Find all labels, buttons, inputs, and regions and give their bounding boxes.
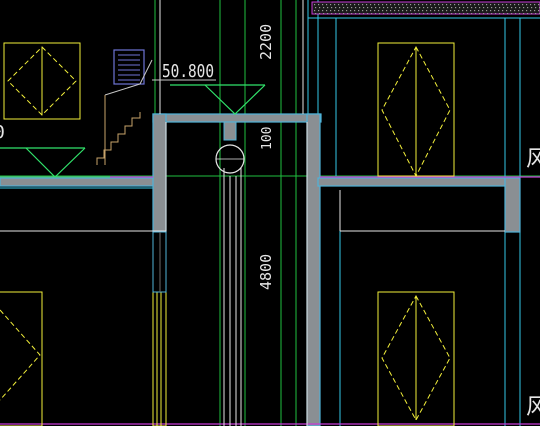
floor-lines xyxy=(0,176,540,425)
elevation-label: 50.800 xyxy=(162,61,214,82)
dimension-label-2200: 2200 xyxy=(257,24,275,60)
door-symbols xyxy=(0,42,455,426)
elevator-shaft xyxy=(152,121,308,426)
pipe-hanger xyxy=(223,121,237,141)
dimension-label-100: 100 xyxy=(260,127,275,150)
cad-drawing-canvas: 50.800 0 2200 100 4800 风 风 xyxy=(0,0,540,426)
hatch-band-outline xyxy=(311,1,540,15)
door-symbol-top-right xyxy=(377,42,455,178)
vent-grille-icon xyxy=(113,49,145,85)
wall-right-horizontal xyxy=(317,177,509,187)
door-symbol-top-left xyxy=(3,42,81,120)
dimension-label-4800: 4800 xyxy=(257,254,275,290)
room-label-lower: 风 xyxy=(526,395,540,420)
stair-steps xyxy=(96,112,141,165)
wall-left-horizontal xyxy=(0,177,161,187)
room-label-upper: 风 xyxy=(526,147,540,172)
wall-shaft-right xyxy=(306,113,321,426)
top-hatch-band xyxy=(311,1,540,15)
wall-shaft-top xyxy=(152,113,322,123)
wall-right-stub xyxy=(504,177,521,233)
floor-plan-drawing: 50.800 0 2200 100 4800 风 风 xyxy=(0,0,540,426)
door-symbol-bottom-left xyxy=(0,291,43,426)
wall-shaft-left xyxy=(152,113,167,233)
shaft-door-frame xyxy=(152,291,167,426)
cyan-frame-lines xyxy=(0,0,540,426)
level-marker-top-triangle xyxy=(204,84,266,115)
door-symbol-bottom-right xyxy=(377,291,455,426)
text-labels: 50.800 0 2200 100 4800 风 风 xyxy=(0,24,540,420)
level-marker-left-triangle xyxy=(25,147,86,178)
grid-lines xyxy=(0,0,540,426)
edge-number-fragment: 0 xyxy=(0,122,5,143)
